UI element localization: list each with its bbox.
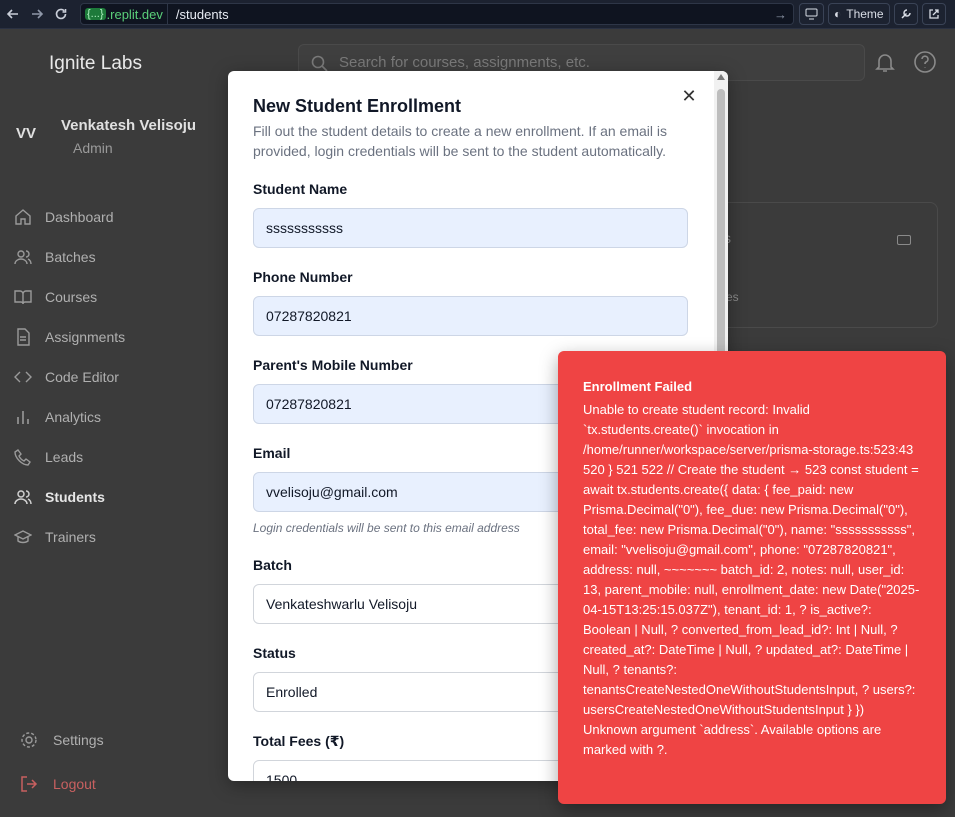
user-role: Admin xyxy=(73,140,113,156)
users-icon xyxy=(12,488,34,506)
bell-icon[interactable] xyxy=(874,51,896,78)
phone-field[interactable]: 07287820821 xyxy=(253,296,688,336)
settings-button[interactable]: Settings xyxy=(20,731,104,749)
sidebar-item-analytics[interactable]: Analytics xyxy=(12,397,125,437)
parent-mobile-value: 07287820821 xyxy=(266,396,352,412)
sidebar-item-leads[interactable]: Leads xyxy=(12,437,125,477)
sidebar-item-courses[interactable]: Courses xyxy=(12,277,125,317)
domain-chip: {...} .replit.dev xyxy=(81,4,168,24)
domain-brace: {...} xyxy=(85,8,106,20)
document-icon xyxy=(12,328,34,346)
status-label: Status xyxy=(253,645,296,661)
brand-name: Ignite Labs xyxy=(49,53,142,74)
credit-card-icon xyxy=(897,235,911,245)
status-value: Enrolled xyxy=(266,684,318,700)
batch-value: Venkateshwarlu Velisoju xyxy=(266,596,417,612)
batch-label: Batch xyxy=(253,557,292,573)
error-toast[interactable]: Enrollment Failed Unable to create stude… xyxy=(558,351,946,804)
toast-title: Enrollment Failed xyxy=(583,379,693,394)
help-icon[interactable] xyxy=(913,50,937,79)
wrench-icon[interactable] xyxy=(893,3,918,25)
dialog-description: Fill out the student details to create a… xyxy=(253,123,667,159)
browser-toolbar: {...} .replit.dev /students → ◐ Theme xyxy=(0,0,955,29)
avatar: VV xyxy=(16,125,37,142)
sidebar-item-label: Analytics xyxy=(45,409,102,425)
sidebar-item-label: Students xyxy=(45,489,105,505)
scroll-up-icon[interactable] xyxy=(717,74,725,80)
go-arrow-icon[interactable]: → xyxy=(774,7,787,22)
sidebar-nav: Dashboard Batches Courses Assignments Co… xyxy=(12,197,125,557)
student-name-value: sssssssssss xyxy=(266,220,343,236)
users-icon xyxy=(12,248,34,266)
back-icon[interactable] xyxy=(2,3,24,25)
external-link-icon[interactable] xyxy=(921,3,946,25)
phone-icon xyxy=(12,448,34,466)
sidebar-item-label: Courses xyxy=(45,289,98,305)
close-icon[interactable]: ✕ xyxy=(680,87,698,105)
reload-icon[interactable] xyxy=(50,3,72,25)
dialog-title: New Student Enrollment xyxy=(253,96,462,116)
logout-label: Logout xyxy=(53,776,96,792)
logout-icon xyxy=(20,775,42,793)
address-bar[interactable]: {...} .replit.dev /students → xyxy=(80,3,794,25)
sidebar-item-assignments[interactable]: Assignments xyxy=(12,317,125,357)
sidebar-item-label: Batches xyxy=(45,249,96,265)
code-icon xyxy=(12,368,34,386)
domain-text: .replit.dev xyxy=(106,6,163,22)
search-placeholder: Search for courses, assignments, etc. xyxy=(339,54,590,71)
scroll-thumb[interactable] xyxy=(717,89,725,357)
student-name-field[interactable]: sssssssssss xyxy=(253,208,688,248)
logout-button[interactable]: Logout xyxy=(20,775,96,793)
sidebar-item-label: Assignments xyxy=(45,329,126,345)
user-name: Venkatesh Velisoju xyxy=(61,117,197,134)
home-icon xyxy=(12,208,34,226)
search-icon xyxy=(311,55,328,72)
sidebar-item-batches[interactable]: Batches xyxy=(12,237,125,277)
theme-label: Theme xyxy=(846,7,884,21)
settings-label: Settings xyxy=(53,732,104,748)
phone-value: 07287820821 xyxy=(266,308,352,324)
sidebar-item-label: Leads xyxy=(45,449,84,465)
sidebar-item-label: Dashboard xyxy=(45,209,114,225)
devtools-icon[interactable] xyxy=(799,3,824,25)
email-label: Email xyxy=(253,445,291,461)
url-path: /students xyxy=(175,6,229,22)
sidebar-item-dashboard[interactable]: Dashboard xyxy=(12,197,125,237)
sidebar-item-code-editor[interactable]: Code Editor xyxy=(12,357,125,397)
graduation-cap-icon xyxy=(12,528,34,546)
forward-icon[interactable] xyxy=(26,3,48,25)
email-value: vvelisoju@gmail.com xyxy=(266,484,398,500)
book-icon xyxy=(12,288,34,306)
sidebar-item-label: Code Editor xyxy=(45,369,119,385)
sidebar: Ignite Labs VV Venkatesh Velisoju Admin … xyxy=(0,29,228,817)
phone-label: Phone Number xyxy=(253,269,353,285)
bar-chart-icon xyxy=(12,408,34,426)
palette-icon: ◐ xyxy=(834,7,842,21)
student-name-label: Student Name xyxy=(253,181,348,197)
parent-mobile-label: Parent's Mobile Number xyxy=(253,357,413,373)
total-fees-value: 1500 xyxy=(266,772,298,781)
sidebar-item-label: Trainers xyxy=(45,529,96,545)
theme-button[interactable]: ◐ Theme xyxy=(828,3,890,25)
gear-icon xyxy=(20,731,42,749)
email-hint: Login credentials will be sent to this e… xyxy=(253,521,520,535)
toast-message: Unable to create student record: Invalid… xyxy=(583,402,920,757)
sidebar-item-students[interactable]: Students xyxy=(12,477,125,517)
total-fees-label: Total Fees (₹) xyxy=(253,733,345,749)
sidebar-item-trainers[interactable]: Trainers xyxy=(12,517,125,557)
